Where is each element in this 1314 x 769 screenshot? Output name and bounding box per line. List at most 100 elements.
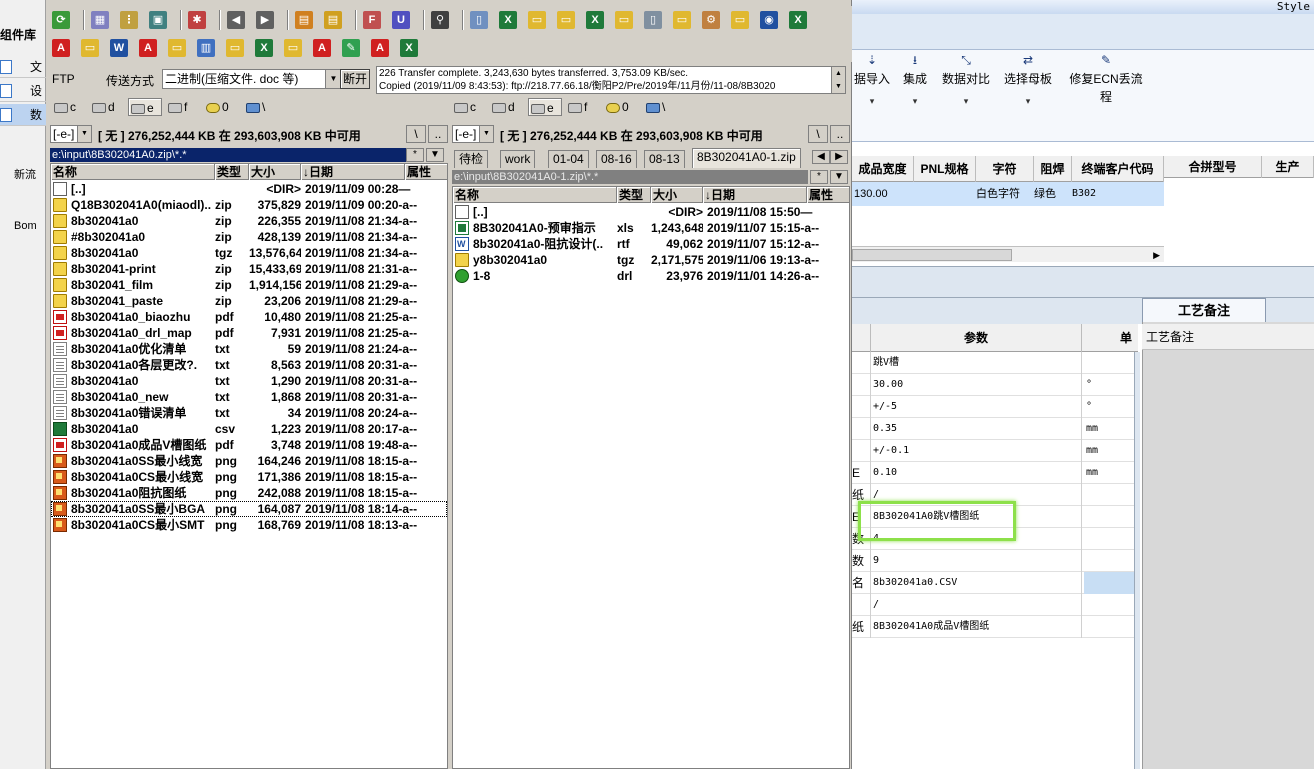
integrate-button[interactable]: ⭳ 集成 ▾ — [900, 50, 930, 120]
drive-e-button[interactable]: e — [128, 98, 162, 116]
image-view-icon[interactable]: ▣ — [149, 11, 167, 29]
tab-process-notes[interactable]: 工艺备注 — [1142, 298, 1266, 322]
pdf-icon[interactable]: A — [371, 39, 389, 57]
chevron-right-icon[interactable]: ▶ — [1153, 247, 1160, 263]
col-finished-width[interactable]: 成品宽度 — [852, 156, 914, 182]
file-row[interactable]: 8b302041a0SS最小BGA png 164,087 2019/11/08 18… — [51, 501, 447, 517]
history-button[interactable]: * — [810, 170, 828, 184]
param-row[interactable]: 纸 8B302041A0成品V槽图纸 — [852, 616, 1138, 638]
file-row[interactable]: 8b302041a0SS最小线宽 png 164,246 2019/11/08 18:… — [51, 453, 447, 469]
col-character[interactable]: 字符 — [976, 156, 1034, 182]
network-drive-button[interactable]: \ — [244, 98, 265, 116]
drive-d-button[interactable]: d — [490, 98, 515, 116]
drive-0-button[interactable]: 0 — [604, 98, 629, 116]
unpack-icon[interactable]: ▤ — [324, 11, 342, 29]
drive-c-button[interactable]: c — [452, 98, 476, 116]
file-row[interactable]: 8b302041a0_drl_map pdf 7,931 2019/11/08 21:… — [51, 325, 447, 341]
file-row[interactable]: y8b302041a0 tgz 2,171,575 2019/11/06 19:13-… — [453, 252, 849, 268]
col-unit[interactable]: 单 — [1114, 324, 1138, 352]
param-row[interactable]: +/-0.1 mm — [852, 440, 1138, 462]
param-value[interactable]: 0.35 — [870, 418, 1082, 440]
file-row[interactable]: 8b302041a0-阻抗设计(.. rtf 49,062 2019/11/07 15… — [453, 236, 849, 252]
tab-08-13[interactable]: 08-13 — [644, 150, 685, 168]
chevron-left-icon[interactable]: ◀ — [812, 150, 830, 164]
file-row[interactable]: 8b302041a0阻抗图纸 png 242,088 2019/11/08 18:15… — [51, 485, 447, 501]
archive-icon[interactable]: ▤ — [295, 11, 313, 29]
folder-icon[interactable]: ▭ — [731, 11, 749, 29]
data-compare-button[interactable]: ⤡ 数据对比 ▾ — [940, 50, 992, 120]
network-drive-button[interactable]: \ — [644, 98, 665, 116]
param-value[interactable]: 8B302041A0成品V槽图纸 — [870, 616, 1082, 638]
col-type[interactable]: 类型 — [617, 187, 651, 203]
thumbnails-icon[interactable]: ▦ — [91, 11, 109, 29]
col-param[interactable]: 参数 — [870, 324, 1082, 352]
param-row[interactable]: E 0.10 mm — [852, 462, 1138, 484]
pdf-icon[interactable]: A — [313, 39, 331, 57]
word-icon[interactable]: W — [110, 39, 128, 57]
file-row[interactable]: 8b302041a0 txt 1,290 2019/11/08 20:31-a-- — [51, 373, 447, 389]
col-pnl-spec[interactable]: PNL规格 — [914, 156, 976, 182]
chevron-right-icon[interactable]: ▶ — [830, 150, 848, 164]
pack-icon[interactable]: ✱ — [188, 11, 206, 29]
parent-button[interactable]: .. — [428, 125, 448, 143]
param-row[interactable]: 数9 — [852, 550, 1138, 572]
repair-ecn-button[interactable]: ✎ 修复ECN丢流程 — [1064, 50, 1148, 120]
pdf-icon[interactable]: A — [52, 39, 70, 57]
col-size[interactable]: 大小 — [249, 164, 301, 180]
forward-icon[interactable]: ▶ — [256, 11, 274, 29]
file-row[interactable]: 8b302041a0成品V槽图纸 pdf 3,748 2019/11/08 19:48… — [51, 437, 447, 453]
right-drive-select[interactable]: [-e-] ▼ — [452, 125, 494, 143]
log-scrollbar[interactable]: ▲ ▼ — [831, 67, 845, 93]
file-row[interactable]: #8b302041a0 zip 428,139 2019/11/08 21:34-a-… — [51, 229, 447, 245]
col-production[interactable]: 生产 — [1262, 156, 1314, 178]
col-size[interactable]: 大小 — [651, 187, 703, 203]
col-name[interactable]: 名称 — [51, 164, 215, 180]
grid-horizontal-scrollbar[interactable]: ▶ — [852, 246, 1164, 262]
root-button[interactable]: \ — [406, 125, 426, 143]
left-drive-select[interactable]: [-e-] ▼ — [50, 125, 92, 143]
history-button[interactable]: * — [406, 148, 424, 162]
file-row[interactable]: 8b302041a0_new txt 1,868 2019/11/08 20:31-a… — [51, 389, 447, 405]
file-row[interactable]: 8b302041a0各层更改?. txt 8,563 2019/11/08 20:31… — [51, 357, 447, 373]
file-row[interactable]: 8b302041_film zip 1,914,156 2019/11/08 21:2… — [51, 277, 447, 293]
file-row[interactable]: 8B302041A0-预审指示 xls 1,243,648 2019/11/07 15… — [453, 220, 849, 236]
file-row[interactable]: 8b302041a0_biaozhu pdf 10,480 2019/11/08 21… — [51, 309, 447, 325]
col-type[interactable]: 类型 — [215, 164, 249, 180]
tab-01-04[interactable]: 01-04 — [548, 150, 589, 168]
ecad-icon[interactable]: ✎ — [342, 39, 360, 57]
tab-work[interactable]: work — [500, 150, 536, 168]
param-value[interactable]: +/-5 — [870, 396, 1082, 418]
file-row[interactable]: 8b302041-print zip 15,433,690 2019/11/08 21… — [51, 261, 447, 277]
file-row[interactable]: 8b302041a0优化清单 txt 59 2019/11/08 21:24-a-- — [51, 341, 447, 357]
desktop-item-bom[interactable]: Bom — [14, 220, 37, 232]
right-path[interactable]: e:\input\8B302041A0-1.zip\*.* — [452, 170, 808, 184]
param-value[interactable]: +/-0.1 — [870, 440, 1082, 462]
excel-icon[interactable]: X — [789, 11, 807, 29]
refresh-icon[interactable]: ⟳ — [52, 11, 70, 29]
tree-icon[interactable]: ⋮ — [120, 11, 138, 29]
param-row[interactable]: 跳V槽 — [852, 352, 1138, 374]
file-row[interactable]: 8b302041a0 csv 1,223 2019/11/08 20:17-a-- — [51, 421, 447, 437]
param-value[interactable]: / — [870, 594, 1082, 616]
col-attr[interactable]: 属性 — [405, 164, 447, 180]
horizontal-splitter[interactable] — [852, 266, 1314, 298]
col-date[interactable]: ↓日期 — [703, 187, 807, 203]
folder-icon[interactable]: ▭ — [528, 11, 546, 29]
file-row[interactable]: Q18B302041A0(miaodl).. zip 375,829 2019/11/… — [51, 197, 447, 213]
tab-8b302041a0-1-zip[interactable]: 8B302041A0-1.zip — [692, 148, 801, 168]
col-merge-model[interactable]: 合拼型号 — [1164, 156, 1262, 178]
file-row[interactable]: 8b302041a0CS最小线宽 png 171,386 2019/11/08 18:… — [51, 469, 447, 485]
param-value[interactable]: 8b302041a0.CSV — [870, 572, 1082, 594]
tab-daijian[interactable]: 待检 — [454, 150, 489, 168]
file-row[interactable]: 1-8 drl 23,976 2019/11/01 14:26-a-- — [453, 268, 849, 284]
parent-button[interactable]: .. — [830, 125, 850, 143]
param-value[interactable]: 30.00 — [870, 374, 1082, 396]
excel-icon[interactable]: X — [400, 39, 418, 57]
pdf-icon[interactable]: A — [139, 39, 157, 57]
col-customer-code[interactable]: 终端客户代码 — [1072, 156, 1164, 182]
col-attr[interactable]: 属性 — [807, 187, 849, 203]
folder-icon[interactable]: ▭ — [284, 39, 302, 57]
file-row[interactable]: 8b302041a0 zip 226,355 2019/11/08 21:34-a-- — [51, 213, 447, 229]
ftp-log[interactable]: 226 Transfer complete. 3,243,630 bytes t… — [376, 66, 846, 94]
binoculars-icon[interactable]: ⚲ — [431, 11, 449, 29]
